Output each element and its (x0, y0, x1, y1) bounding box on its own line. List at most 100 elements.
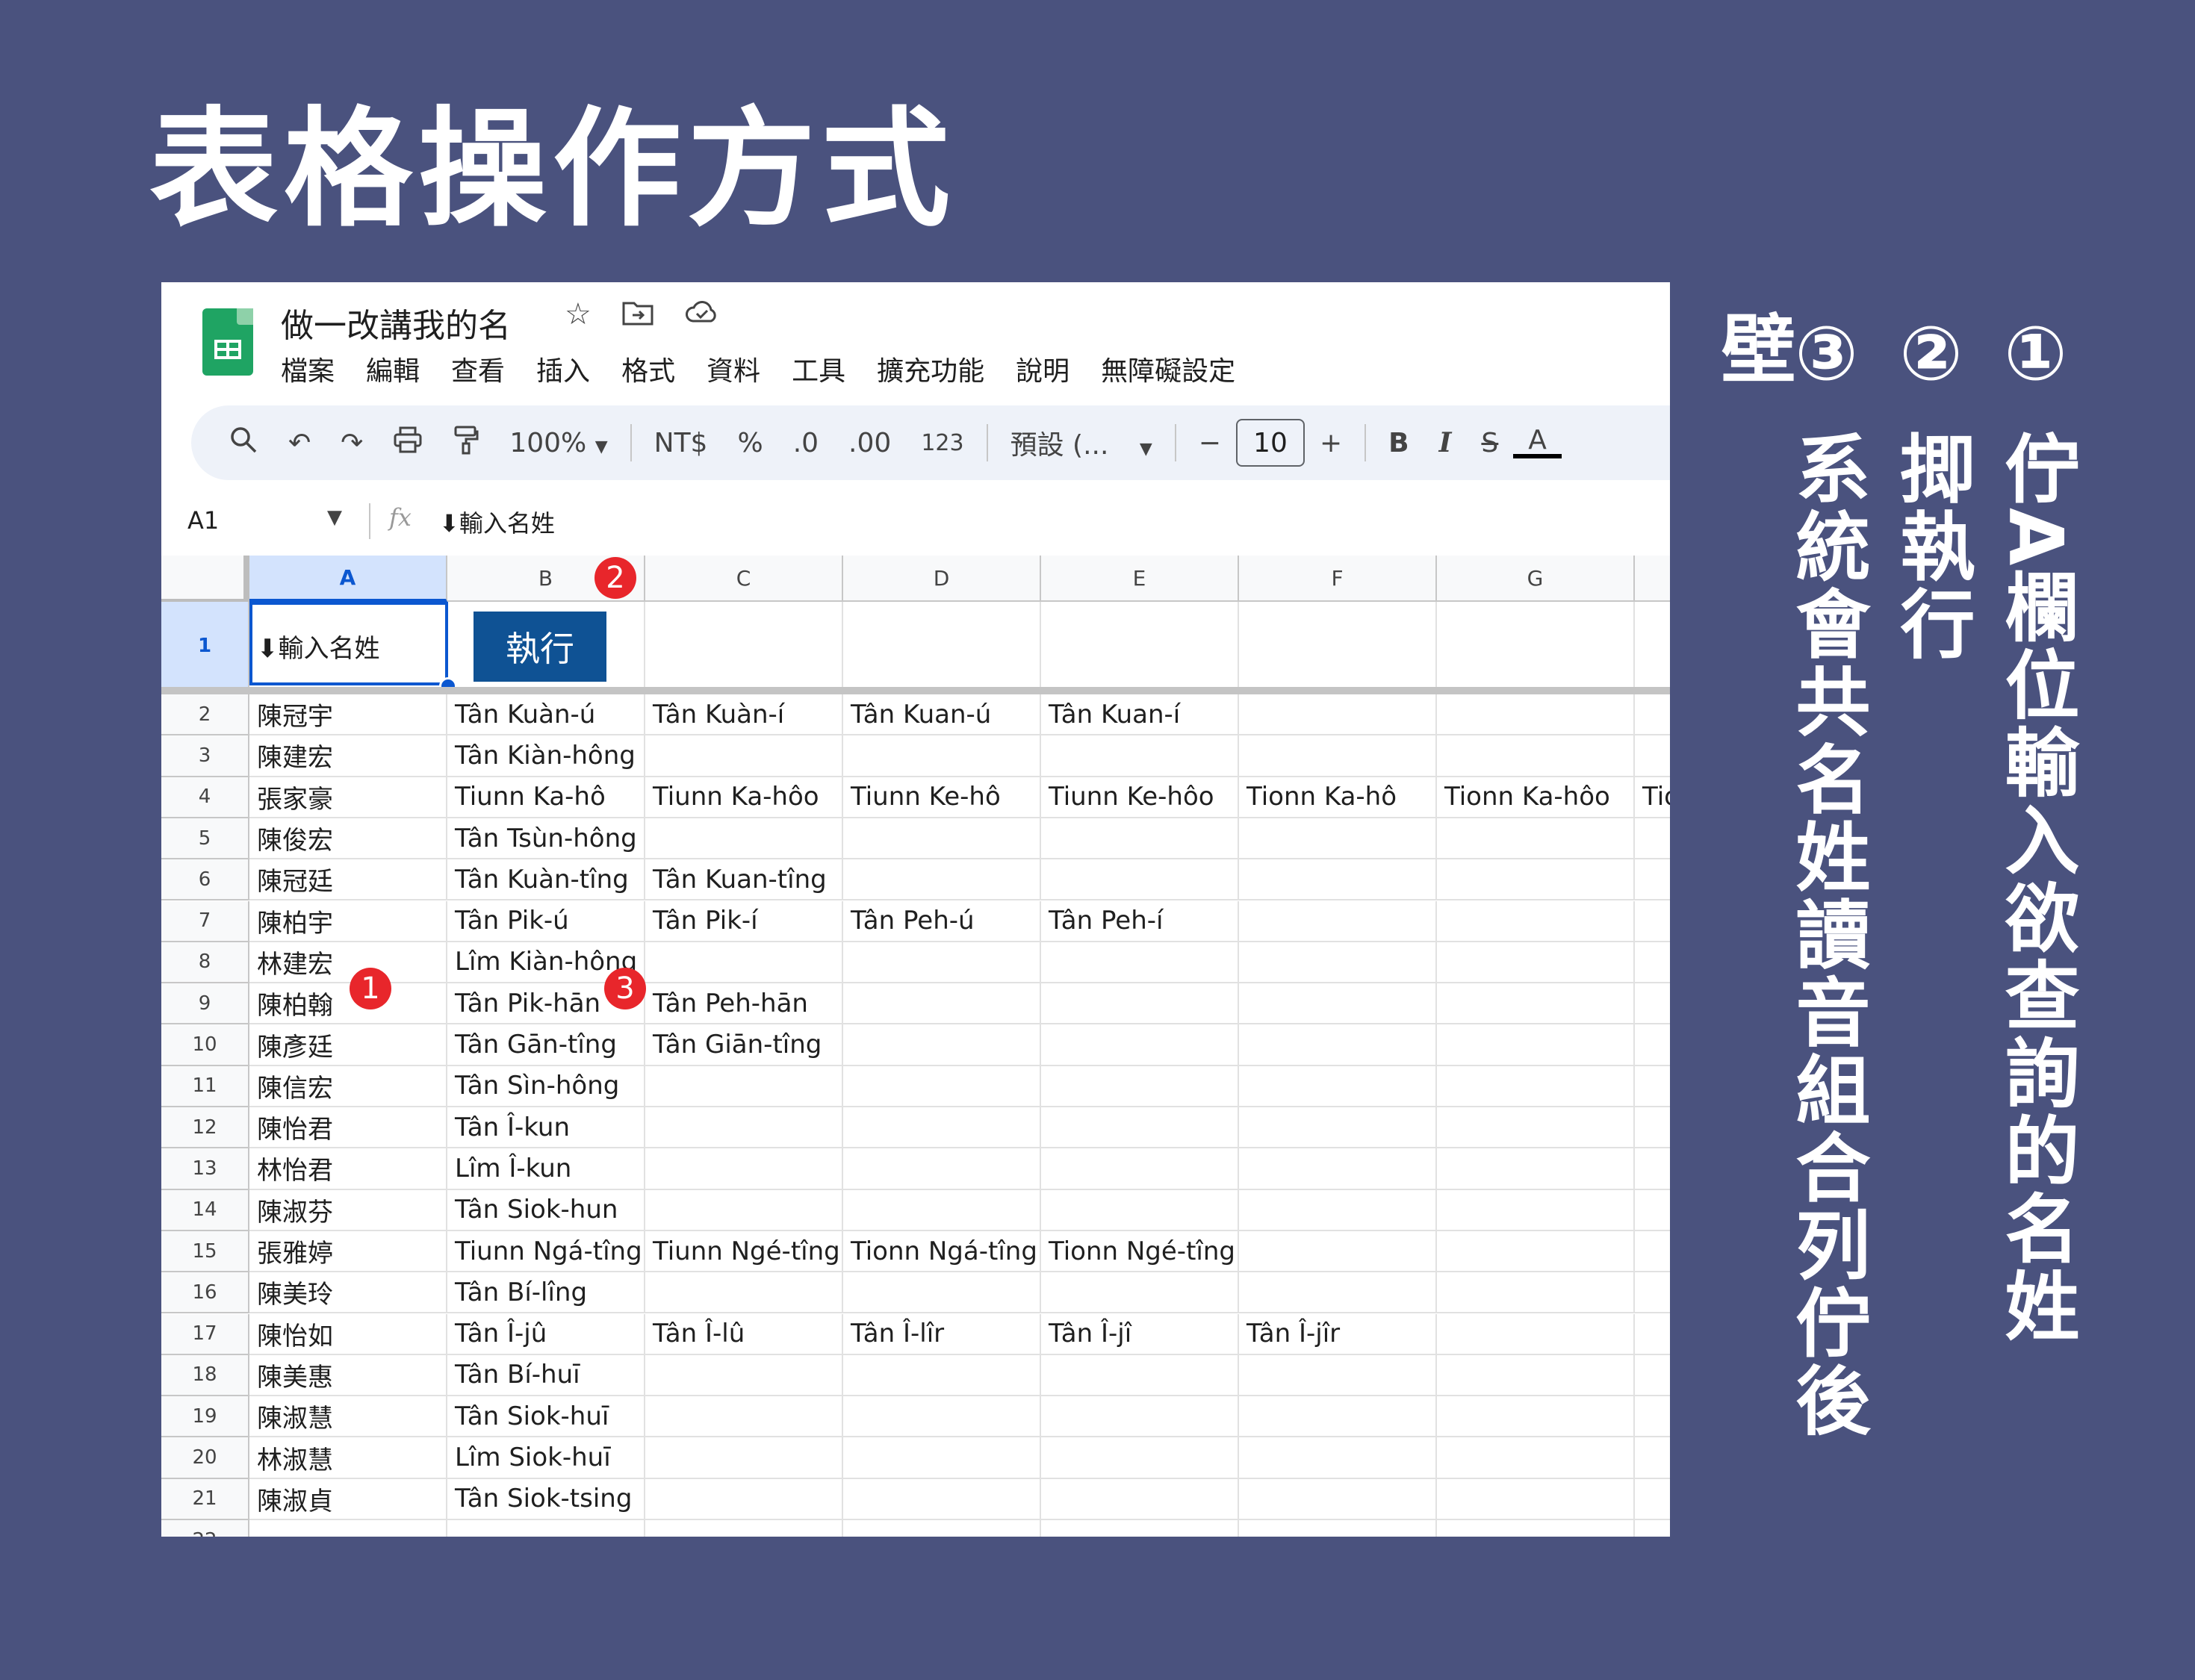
row-header[interactable]: 12 (161, 1107, 249, 1149)
redo-icon[interactable]: ↷ (326, 428, 378, 458)
row-header[interactable]: 1 (161, 602, 249, 691)
cell-c6[interactable]: Tân Kuan-tîng (645, 859, 843, 901)
cell-e17[interactable]: Tân Î-jî (1041, 1313, 1239, 1355)
menu-data[interactable]: 資料 (707, 349, 760, 388)
cell-c1[interactable] (645, 602, 843, 691)
cell-b15[interactable]: Tiunn Ngá-tîng (447, 1231, 645, 1273)
cell-e6[interactable] (1041, 859, 1239, 901)
cell-f11[interactable] (1239, 1065, 1437, 1107)
cell-d16[interactable] (843, 1272, 1041, 1314)
cell-h20[interactable] (1635, 1437, 1670, 1479)
row-header[interactable]: 11 (161, 1065, 249, 1107)
cell-f16[interactable] (1239, 1272, 1437, 1314)
cell-e3[interactable] (1041, 735, 1239, 777)
cell-e14[interactable] (1041, 1189, 1239, 1231)
frozen-row-divider[interactable] (161, 687, 1670, 694)
row-header[interactable]: 8 (161, 942, 249, 984)
row-header[interactable]: 4 (161, 777, 249, 818)
row-header[interactable]: 5 (161, 818, 249, 860)
cell-f19[interactable] (1239, 1396, 1437, 1438)
column-header-f[interactable]: F (1239, 556, 1437, 602)
row-header[interactable]: 2 (161, 694, 249, 736)
cell-a8[interactable]: 林建宏 (249, 942, 447, 984)
decrease-decimal-button[interactable]: .0 (778, 428, 833, 458)
cell-f17[interactable]: Tân Î-jîr (1239, 1313, 1437, 1355)
cell-h9[interactable] (1635, 983, 1670, 1025)
menu-help[interactable]: 說明 (1016, 349, 1069, 388)
cell-h12[interactable] (1635, 1107, 1670, 1149)
cell-e15[interactable]: Tionn Ngé-tîng (1041, 1231, 1239, 1273)
cell-h10[interactable] (1635, 1024, 1670, 1066)
menu-file[interactable]: 檔案 (281, 349, 335, 388)
row-header[interactable]: 21 (161, 1478, 249, 1520)
cell-e13[interactable] (1041, 1148, 1239, 1190)
cell-g11[interactable] (1437, 1065, 1635, 1107)
cell-g21[interactable] (1437, 1478, 1635, 1520)
cell-b14[interactable]: Tân Siok-hun (447, 1189, 645, 1231)
cell-b6[interactable]: Tân Kuàn-tîng (447, 859, 645, 901)
cell-d15[interactable]: Tionn Ngá-tîng (843, 1231, 1041, 1273)
row-header[interactable]: 14 (161, 1189, 249, 1231)
cell-a1[interactable]: ⬇輸入名姓 (249, 602, 447, 691)
cell-g22[interactable] (1437, 1520, 1635, 1537)
cell-d3[interactable] (843, 735, 1041, 777)
cell-c5[interactable] (645, 818, 843, 860)
cell-e16[interactable] (1041, 1272, 1239, 1314)
cell-f22[interactable] (1239, 1520, 1437, 1537)
cell-d4[interactable]: Tiunn Ke-hô (843, 777, 1041, 818)
cell-e19[interactable] (1041, 1396, 1239, 1438)
cell-d14[interactable] (843, 1189, 1041, 1231)
column-header-h[interactable] (1635, 556, 1670, 602)
cell-c2[interactable]: Tân Kuàn-í (645, 694, 843, 736)
cell-e1[interactable] (1041, 602, 1239, 691)
menu-view[interactable]: 查看 (451, 349, 505, 388)
cell-g13[interactable] (1437, 1148, 1635, 1190)
cell-g18[interactable] (1437, 1354, 1635, 1397)
cell-h22[interactable] (1635, 1520, 1670, 1537)
cell-g9[interactable] (1437, 983, 1635, 1025)
cell-e12[interactable] (1041, 1107, 1239, 1149)
decrease-font-size-button[interactable]: − (1184, 428, 1236, 458)
row-header[interactable]: 10 (161, 1024, 249, 1066)
menu-edit[interactable]: 編輯 (366, 349, 420, 388)
cell-d5[interactable] (843, 818, 1041, 860)
cell-d1[interactable] (843, 602, 1041, 691)
cell-g7[interactable] (1437, 900, 1635, 942)
cell-e2[interactable]: Tân Kuan-í (1041, 694, 1239, 736)
cell-b18[interactable]: Tân Bí-huī (447, 1354, 645, 1397)
star-icon[interactable]: ☆ (565, 297, 592, 335)
cell-h1[interactable] (1635, 602, 1670, 691)
cell-c8[interactable] (645, 942, 843, 984)
cell-e18[interactable] (1041, 1354, 1239, 1397)
cell-a2[interactable]: 陳冠宇 (249, 694, 447, 736)
cell-f5[interactable] (1239, 818, 1437, 860)
cell-g10[interactable] (1437, 1024, 1635, 1066)
cell-h5[interactable] (1635, 818, 1670, 860)
cell-e7[interactable]: Tân Peh-í (1041, 900, 1239, 942)
cell-a9[interactable]: 陳柏翰 (249, 983, 447, 1025)
cell-g19[interactable] (1437, 1396, 1635, 1438)
menu-format[interactable]: 格式 (621, 349, 675, 388)
cell-f13[interactable] (1239, 1148, 1437, 1190)
cell-a4[interactable]: 張家豪 (249, 777, 447, 818)
cell-d18[interactable] (843, 1354, 1041, 1397)
cell-g2[interactable] (1437, 694, 1635, 736)
run-button[interactable]: 執行 (474, 612, 606, 682)
cell-d12[interactable] (843, 1107, 1041, 1149)
italic-button[interactable]: I (1424, 427, 1467, 458)
formula-input[interactable]: ⬇輸入名姓 (439, 505, 555, 539)
cell-c17[interactable]: Tân Î-lû (645, 1313, 843, 1355)
cell-d7[interactable]: Tân Peh-ú (843, 900, 1041, 942)
cell-b22[interactable] (447, 1520, 645, 1537)
column-header-c[interactable]: C (645, 556, 843, 602)
column-header-e[interactable]: E (1041, 556, 1239, 602)
cell-c10[interactable]: Tân Giān-tîng (645, 1024, 843, 1066)
cell-c15[interactable]: Tiunn Ngé-tîng (645, 1231, 843, 1273)
row-header[interactable]: 6 (161, 859, 249, 901)
cell-f2[interactable] (1239, 694, 1437, 736)
row-header[interactable]: 20 (161, 1437, 249, 1479)
cell-d19[interactable] (843, 1396, 1041, 1438)
row-header[interactable]: 18 (161, 1354, 249, 1397)
cell-f21[interactable] (1239, 1478, 1437, 1520)
column-header-g[interactable]: G (1437, 556, 1635, 602)
